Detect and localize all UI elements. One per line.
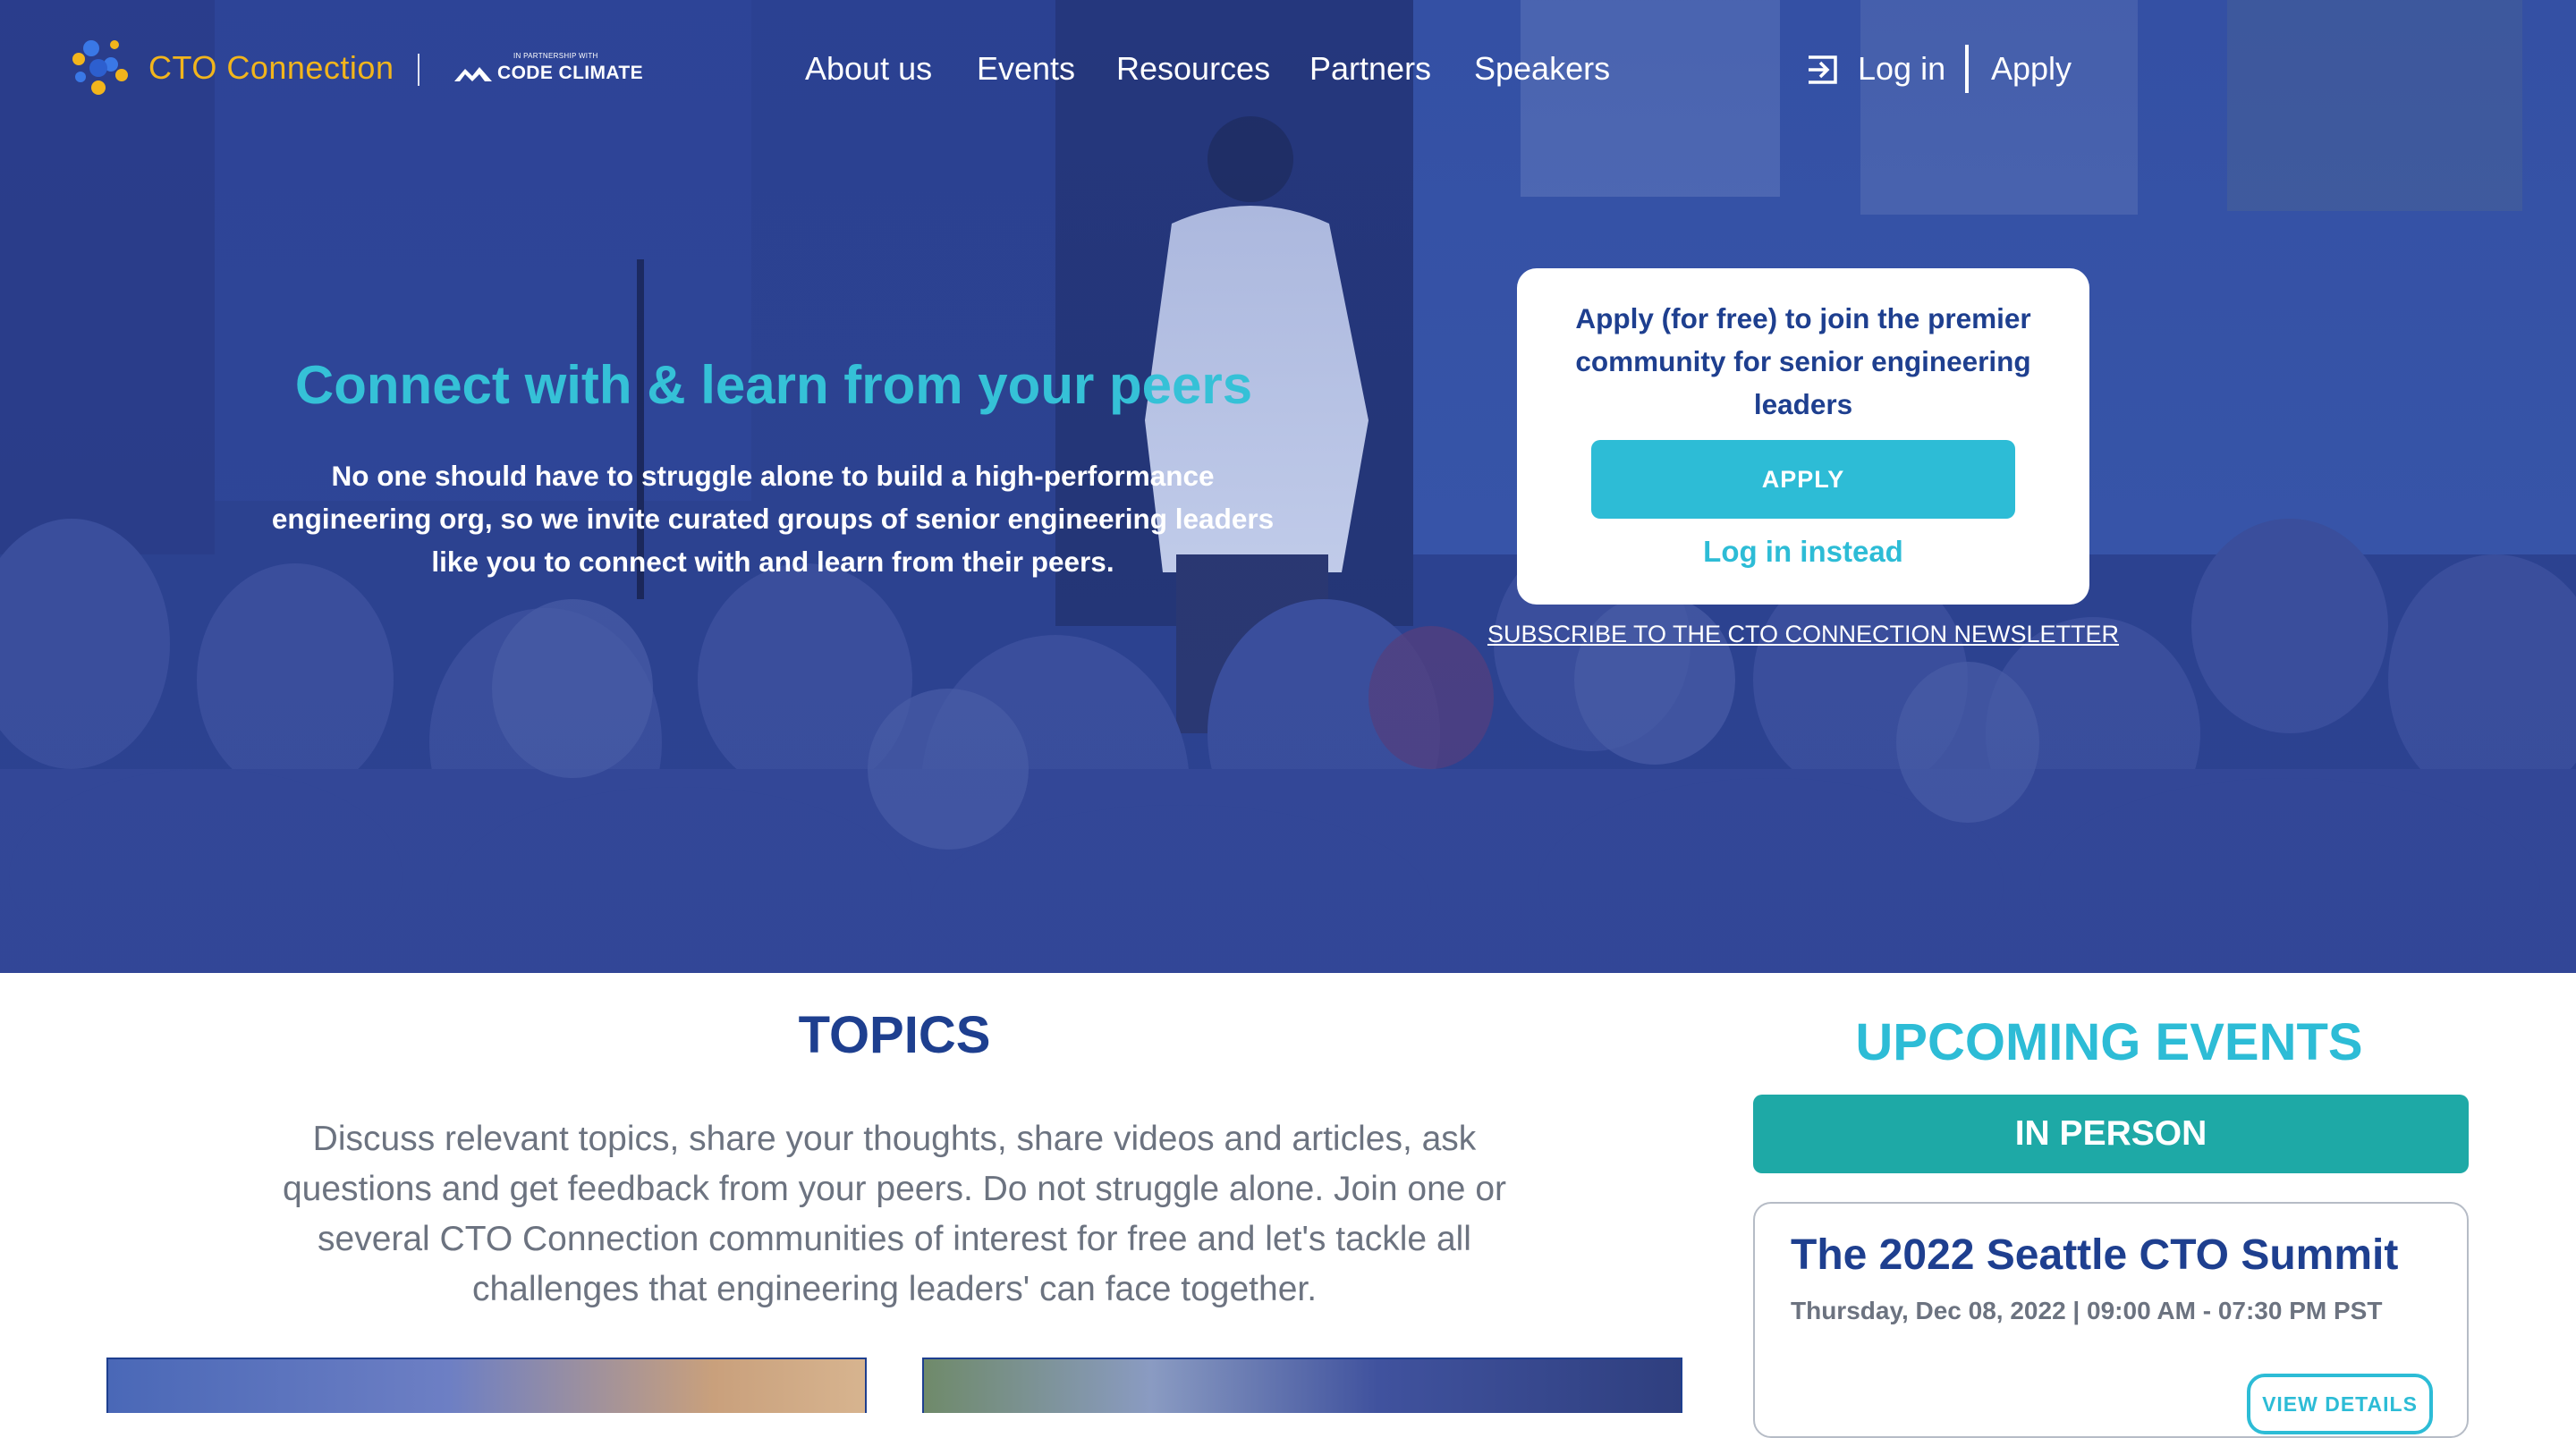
- hero-description: No one should have to struggle alone to …: [271, 460, 1275, 578]
- apply-button[interactable]: APPLY: [1591, 440, 2015, 519]
- topic-card[interactable]: [106, 1358, 867, 1413]
- in-person-tab[interactable]: IN PERSON: [1753, 1095, 2469, 1173]
- partner-logo: IN PARTNERSHIP WITH CODE CLIMATE: [454, 52, 643, 84]
- subscribe-newsletter-link[interactable]: SUBSCRIBE TO THE CTO CONNECTION NEWSLETT…: [1485, 621, 2122, 648]
- nav-speakers[interactable]: Speakers: [1474, 50, 1610, 88]
- site-logo[interactable]: CTO Connection: [68, 32, 394, 104]
- nav-divider: [1965, 45, 1969, 93]
- event-title[interactable]: The 2022 Seattle CTO Summit: [1791, 1231, 2398, 1280]
- event-date: Thursday, Dec 08, 2022 | 09:00 AM - 07:3…: [1791, 1297, 2383, 1324]
- nav-login[interactable]: Log in: [1858, 50, 1945, 88]
- topics-title: TOPICS: [798, 1006, 991, 1064]
- brand-name: CTO Connection: [148, 49, 394, 86]
- hero-section: CTO Connection IN PARTNERSHIP WITH CODE …: [0, 0, 2576, 973]
- topics-description: Discuss relevant topics, share your thou…: [282, 1120, 1506, 1308]
- logo-divider: [418, 54, 419, 86]
- view-details-button[interactable]: VIEW DETAILS: [2247, 1374, 2433, 1434]
- partner-name: CODE CLIMATE: [497, 63, 644, 83]
- login-icon[interactable]: [1805, 52, 1841, 88]
- event-card[interactable]: The 2022 Seattle CTO Summit Thursday, De…: [1753, 1202, 2469, 1438]
- partner-caption: IN PARTNERSHIP WITH: [513, 52, 598, 60]
- nav-events[interactable]: Events: [977, 50, 1075, 88]
- code-climate-icon: [454, 67, 492, 81]
- apply-card: Apply (for free) to join the premier com…: [1517, 268, 2089, 605]
- upcoming-events-title: UPCOMING EVENTS: [1855, 1013, 2363, 1071]
- topic-card[interactable]: [922, 1358, 1682, 1413]
- nav-resources[interactable]: Resources: [1116, 50, 1270, 88]
- nav-partners[interactable]: Partners: [1309, 50, 1431, 88]
- nav-about-us[interactable]: About us: [805, 50, 932, 88]
- nav-apply[interactable]: Apply: [1991, 50, 2072, 88]
- login-instead-link[interactable]: Log in instead: [1517, 535, 2089, 569]
- hero-title: Connect with & learn from your peers: [294, 355, 1253, 415]
- cto-connection-logo-icon: [72, 40, 128, 95]
- apply-card-text: Apply (for free) to join the premier com…: [1575, 302, 2031, 420]
